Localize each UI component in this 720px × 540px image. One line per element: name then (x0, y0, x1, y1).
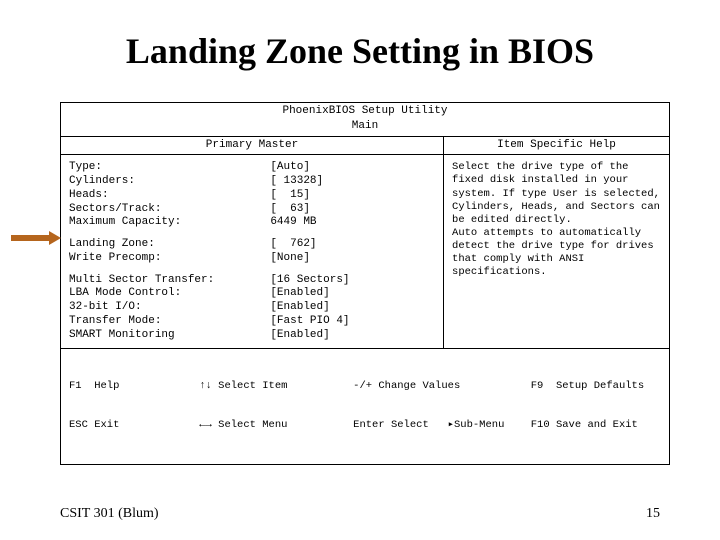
setting-value[interactable]: 6449 MB (270, 216, 316, 230)
setting-label: Heads: (69, 189, 270, 203)
setting-label: SMART Monitoring (69, 329, 270, 343)
setting-value[interactable]: [ 15] (270, 189, 310, 203)
bios-subheader-right: Item Specific Help (444, 137, 669, 155)
slide-page-number: 15 (646, 506, 660, 522)
slide-footer: CSIT 301 (Blum) 15 (0, 506, 720, 522)
setting-label: Type: (69, 161, 270, 175)
setting-row[interactable]: Heads:[ 15] (69, 189, 435, 203)
key-select-item: ↑↓ Select Item (199, 380, 353, 393)
bios-key-legend: F1 Help ESC Exit ↑↓ Select Item ←→ Selec… (61, 349, 669, 464)
setting-value[interactable]: [16 Sectors] (270, 274, 349, 288)
key-select-menu: ←→ Select Menu (199, 419, 353, 432)
key-setup-defaults: F9 Setup Defaults (531, 380, 661, 393)
setting-row[interactable]: Sectors/Track:[ 63] (69, 203, 435, 217)
setting-row[interactable]: 32-bit I/O:[Enabled] (69, 301, 435, 315)
setting-row[interactable]: Write Precomp:[None] (69, 252, 435, 266)
setting-label: Transfer Mode: (69, 315, 270, 329)
setting-label: Maximum Capacity: (69, 216, 270, 230)
bios-subheader: Primary Master Item Specific Help (61, 137, 669, 156)
key-enter-select: Enter Select ▸Sub-Menu (353, 419, 531, 432)
pointer-arrow-icon (11, 231, 61, 245)
setting-row[interactable]: Landing Zone:[ 762] (69, 238, 435, 252)
setting-label: Multi Sector Transfer: (69, 274, 270, 288)
setting-value[interactable]: [ 63] (270, 203, 310, 217)
setting-row[interactable]: Transfer Mode:[Fast PIO 4] (69, 315, 435, 329)
bios-title-bar: PhoenixBIOS Setup Utility Main (61, 103, 669, 137)
bios-help-text: Select the drive type of the fixed disk … (452, 161, 661, 279)
setting-value[interactable]: [Enabled] (270, 301, 329, 315)
key-help: F1 Help (69, 380, 199, 393)
bios-subheader-left: Primary Master (61, 137, 444, 155)
key-save-exit: F10 Save and Exit (531, 419, 661, 432)
setting-row[interactable]: Multi Sector Transfer:[16 Sectors] (69, 274, 435, 288)
key-exit: ESC Exit (69, 419, 199, 432)
setting-row[interactable]: Maximum Capacity:6449 MB (69, 216, 435, 230)
key-change-values: -/+ Change Values (353, 380, 531, 393)
setting-value[interactable]: [None] (270, 252, 310, 266)
bios-window: PhoenixBIOS Setup Utility Main Primary M… (60, 102, 670, 465)
setting-value[interactable]: [Enabled] (270, 329, 329, 343)
setting-label: Write Precomp: (69, 252, 270, 266)
bios-settings-pane: Type:[Auto]Cylinders:[ 13328]Heads:[ 15]… (61, 155, 444, 348)
bios-help-pane: Select the drive type of the fixed disk … (444, 155, 669, 348)
slide-footer-left: CSIT 301 (Blum) (60, 506, 159, 522)
setting-value[interactable]: [Auto] (270, 161, 310, 175)
bios-tab-main[interactable]: Main (61, 119, 669, 136)
bios-utility-title: PhoenixBIOS Setup Utility (61, 105, 669, 119)
setting-label: Landing Zone: (69, 238, 270, 252)
setting-row[interactable]: Cylinders:[ 13328] (69, 175, 435, 189)
setting-row[interactable]: Type:[Auto] (69, 161, 435, 175)
setting-value[interactable]: [ 13328] (270, 175, 323, 189)
setting-value[interactable]: [Fast PIO 4] (270, 315, 349, 329)
slide-title: Landing Zone Setting in BIOS (0, 0, 720, 82)
setting-value[interactable]: [Enabled] (270, 287, 329, 301)
setting-label: Cylinders: (69, 175, 270, 189)
setting-label: 32-bit I/O: (69, 301, 270, 315)
setting-label: LBA Mode Control: (69, 287, 270, 301)
setting-value[interactable]: [ 762] (270, 238, 316, 252)
setting-label: Sectors/Track: (69, 203, 270, 217)
setting-row[interactable]: LBA Mode Control:[Enabled] (69, 287, 435, 301)
setting-row[interactable]: SMART Monitoring[Enabled] (69, 329, 435, 343)
